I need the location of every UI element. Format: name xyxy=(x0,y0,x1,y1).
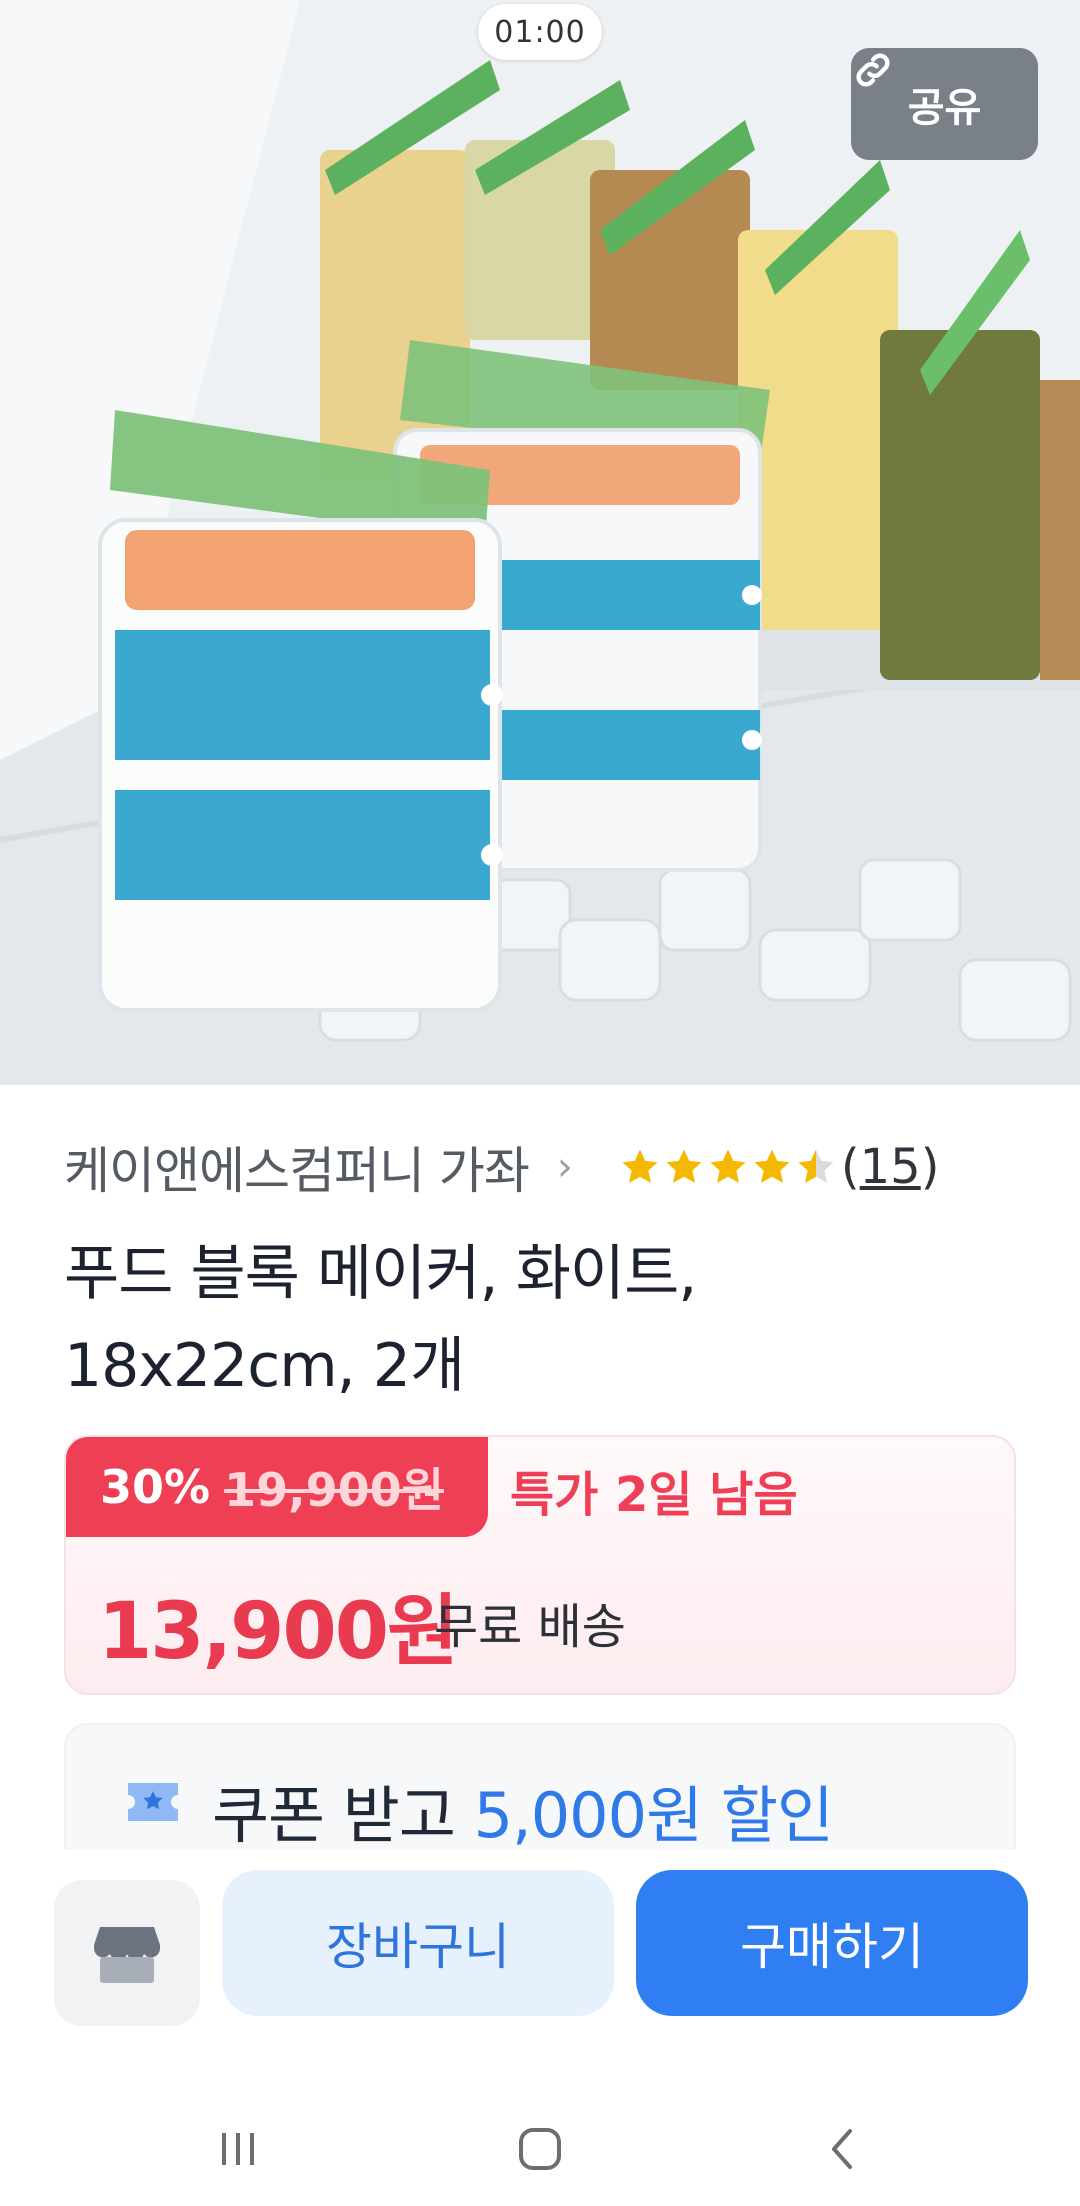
coupon-icon xyxy=(128,1783,178,1821)
bottom-action-bar: 장바구니 구매하기 xyxy=(0,1850,1080,2030)
chevron-right-icon: › xyxy=(556,1144,573,1190)
timer-badge: 01:00 xyxy=(478,4,602,60)
coupon-text-prefix: 쿠폰 받고 xyxy=(212,1779,474,1852)
sale-price: 13,900원 xyxy=(98,1587,459,1677)
star-icon xyxy=(754,1149,790,1183)
seller-link[interactable]: 케이앤에스컴퍼니 가좌 xyxy=(64,1131,530,1203)
half-star-icon xyxy=(798,1149,834,1183)
star-icon xyxy=(622,1149,658,1183)
discount-tag: 30% 19,900원 xyxy=(66,1437,488,1537)
link-icon xyxy=(856,53,890,87)
discount-rate: 30% xyxy=(100,1460,211,1514)
share-label: 공유 xyxy=(907,85,982,131)
review-count-number: 15 xyxy=(859,1139,921,1195)
store-button[interactable] xyxy=(54,1880,200,2026)
product-detail-screen: 01:00 공유 케이앤에스컴퍼니 가좌 › (15) 푸드 블록 메이커, 화… xyxy=(0,0,1080,2206)
star-icon xyxy=(710,1149,746,1183)
product-title-line2: 18x22cm, 2개 xyxy=(64,1331,465,1401)
store-icon xyxy=(94,1927,160,1983)
product-title-line1: 푸드 블록 메이커, 화이트, xyxy=(64,1239,697,1309)
buy-now-button[interactable]: 구매하기 xyxy=(636,1870,1028,2016)
coupon-banner[interactable]: 쿠폰 받고 5,000원 할인 xyxy=(64,1723,1016,1853)
rating-stars[interactable] xyxy=(619,1146,837,1188)
product-image[interactable]: 01:00 공유 xyxy=(0,0,1080,1085)
system-navigation-bar xyxy=(0,2085,1080,2206)
seller-rating-row: 케이앤에스컴퍼니 가좌 › (15) xyxy=(64,1132,1024,1202)
add-to-cart-button[interactable]: 장바구니 xyxy=(222,1870,614,2016)
product-title: 푸드 블록 메이커, 화이트, 18x22cm, 2개 xyxy=(64,1228,964,1412)
original-price: 19,900원 xyxy=(224,1463,444,1517)
star-icon xyxy=(666,1149,702,1183)
review-count-link[interactable]: (15) xyxy=(841,1139,940,1195)
coupon-amount: 5,000원 할인 xyxy=(473,1779,834,1852)
product-photo-illustration xyxy=(0,0,1080,1085)
coupon-text: 쿠폰 받고 5,000원 할인 xyxy=(212,1765,834,1855)
review-count-close: ) xyxy=(920,1139,940,1195)
home-icon[interactable] xyxy=(510,2119,570,2179)
special-offer-countdown: 특가 2일 남음 xyxy=(510,1467,798,1523)
share-button[interactable]: 공유 xyxy=(851,48,1038,160)
recent-apps-icon[interactable] xyxy=(208,2119,268,2179)
shipping-info: 무료 배송 xyxy=(434,1599,626,1655)
price-box: 30% 19,900원 특가 2일 남음 13,900원 무료 배송 xyxy=(64,1435,1016,1695)
review-count-open: ( xyxy=(840,1139,860,1195)
back-icon[interactable] xyxy=(814,2119,874,2179)
